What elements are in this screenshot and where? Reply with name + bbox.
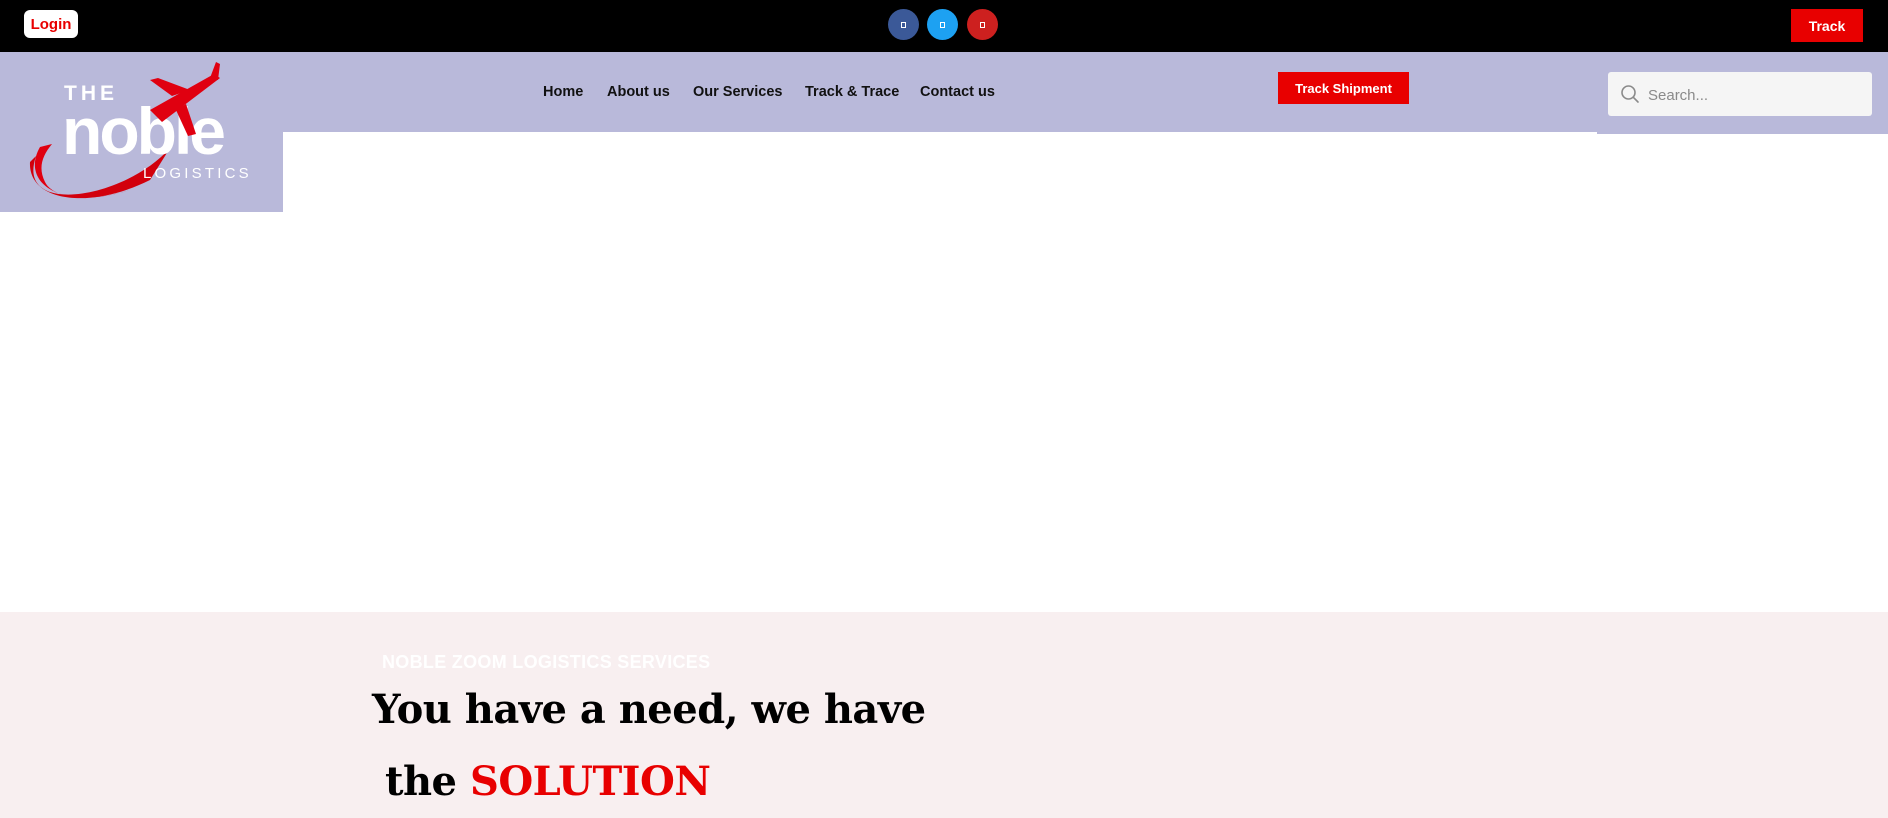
facebook-icon: [901, 21, 906, 28]
hero-headline-accent: SOLUTION: [469, 758, 711, 805]
logo-name-text: noble: [62, 94, 224, 168]
login-button[interactable]: Login: [24, 10, 78, 38]
search-box: [1608, 72, 1872, 118]
hero-headline-prefix: the: [385, 758, 457, 805]
track-shipment-button[interactable]: Track Shipment: [1278, 72, 1409, 104]
nav-our-services[interactable]: Our Services: [693, 84, 782, 100]
twitter-link[interactable]: [927, 9, 958, 40]
facebook-link[interactable]: [888, 9, 919, 40]
nav-about-us[interactable]: About us: [607, 84, 670, 100]
hero-headline-line2: the SOLUTION: [385, 762, 711, 802]
nav-home[interactable]: Home: [543, 84, 583, 100]
hero-section: [0, 612, 1888, 818]
youtube-icon: [980, 21, 985, 28]
logo-tagline-text: LOGISTICS: [143, 165, 252, 182]
hero-eyebrow: NOBLE ZOOM LOGISTICS SERVICES: [382, 652, 711, 672]
twitter-icon: [940, 21, 945, 28]
search-icon[interactable]: [1620, 84, 1640, 104]
noble-logistics-logo[interactable]: THE noble LOGISTICS: [0, 52, 283, 212]
search-input[interactable]: [1646, 72, 1870, 118]
nav-track-trace[interactable]: Track & Trace: [805, 84, 899, 100]
hero-headline-line1: You have a need, we have: [372, 686, 926, 733]
youtube-link[interactable]: [967, 9, 998, 40]
nav-contact-us[interactable]: Contact us: [920, 84, 995, 100]
track-button[interactable]: Track: [1791, 9, 1863, 42]
